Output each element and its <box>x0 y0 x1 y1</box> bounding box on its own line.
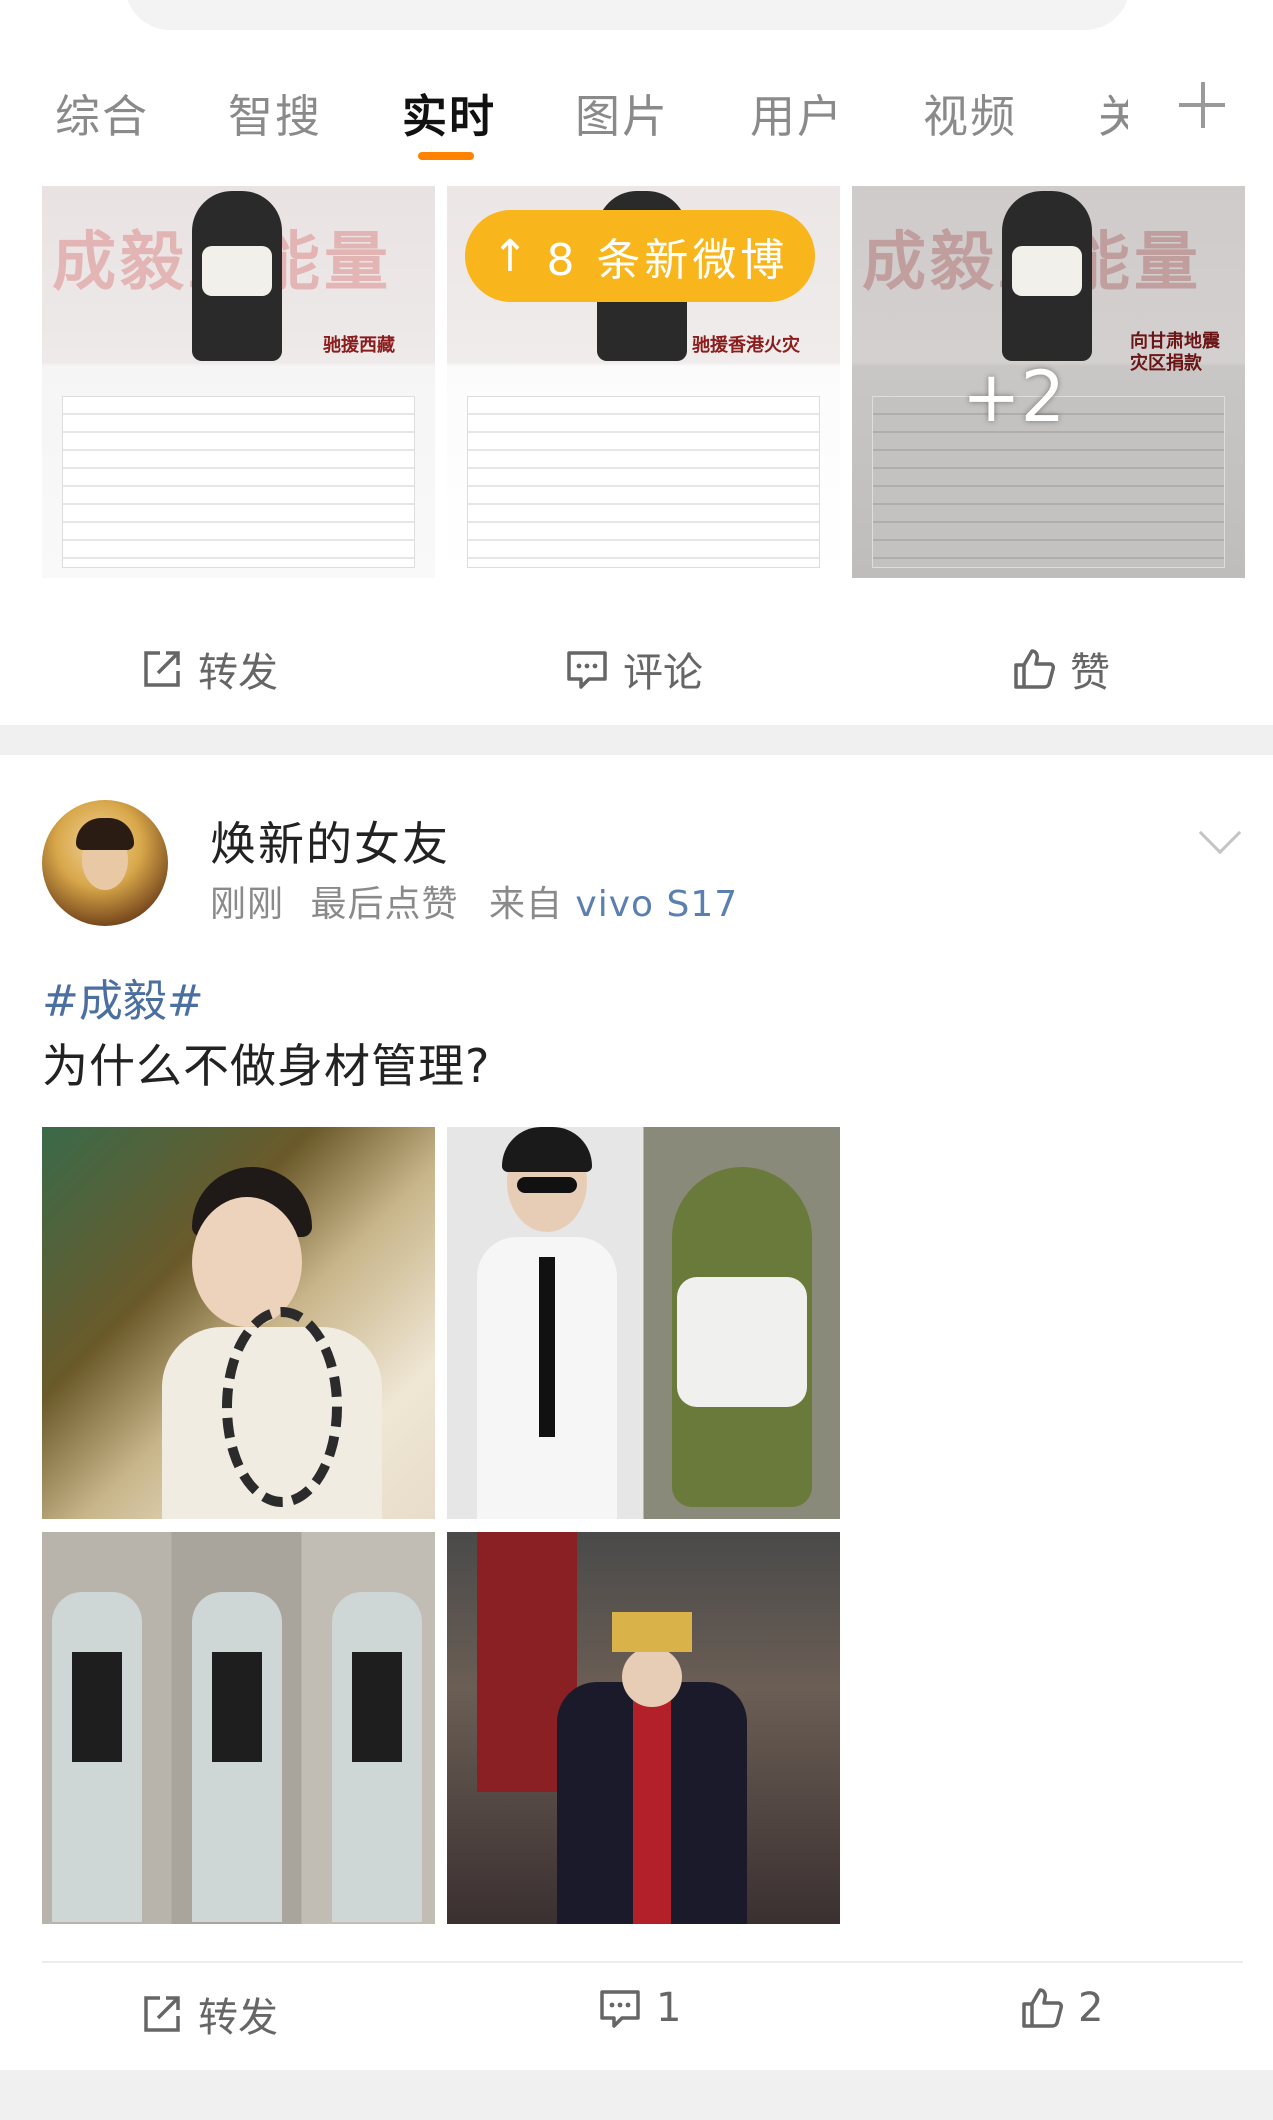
tab-users[interactable]: 用户 <box>750 80 844 145</box>
tab-videos[interactable]: 视频 <box>923 80 1017 145</box>
poster-subtitle: 向甘肃地震灾区捐款 <box>1130 331 1220 374</box>
repost-label: 转发 <box>198 650 278 696</box>
post1-action-bar: 转发 评论 赞 <box>0 620 1273 720</box>
comment-label: 评论 <box>623 650 703 696</box>
username[interactable]: 焕新的女友 <box>210 808 450 874</box>
poster-subtitle: 驰援香港火灾 <box>692 335 800 356</box>
like-label: 赞 <box>1070 650 1110 696</box>
tab-more[interactable]: 关 <box>1098 80 1128 145</box>
new-weibo-button[interactable]: ↑ 8 条新微博 <box>465 210 815 302</box>
post-separator <box>0 2070 1273 2120</box>
tab-smart-search[interactable]: 智搜 <box>228 80 322 145</box>
add-tab-icon[interactable] <box>1175 78 1230 133</box>
more-images-count: +2 <box>962 356 1066 438</box>
tab-general[interactable]: 综合 <box>55 80 149 145</box>
arrow-up-icon: ↑ <box>491 230 529 282</box>
repost-label: 转发 <box>198 1995 278 2041</box>
comment-icon <box>598 1986 642 2030</box>
comment-count: 1 <box>656 1985 682 2031</box>
device-source[interactable]: vivo S17 <box>575 884 738 925</box>
share-icon <box>140 647 184 691</box>
repost-button[interactable]: 转发 <box>140 1985 278 2043</box>
search-bar[interactable] <box>125 0 1130 30</box>
new-weibo-label: 8 条新微博 <box>546 235 789 286</box>
post-meta: 刚刚 最后点赞 来自 vivo S17 <box>210 875 738 927</box>
post2-action-bar: 转发 1 2 <box>0 1965 1273 2065</box>
like-count: 2 <box>1078 1985 1104 2031</box>
active-tab-indicator <box>418 152 474 160</box>
avatar[interactable] <box>42 800 168 926</box>
tab-images[interactable]: 图片 <box>575 80 669 145</box>
tab-bar: 综合 智搜 实时 图片 用户 视频 关 <box>0 60 1273 170</box>
like-button[interactable]: 赞 <box>1012 640 1110 698</box>
thumbs-up-icon <box>1020 1986 1064 2030</box>
repost-button[interactable]: 转发 <box>140 640 278 698</box>
post2-image-3[interactable] <box>42 1532 435 1924</box>
share-icon <box>140 1992 184 2036</box>
post2-image-4[interactable] <box>447 1532 840 1924</box>
source-prefix: 来自 <box>488 884 563 925</box>
post1-image-3[interactable]: 成毅正能量 向甘肃地震灾区捐款 +2 <box>852 186 1245 578</box>
comment-icon <box>565 647 609 691</box>
thumbs-up-icon <box>1012 647 1056 691</box>
like-button[interactable]: 2 <box>1020 1985 1103 2031</box>
post-separator <box>0 725 1273 755</box>
post2-image-1[interactable] <box>42 1127 435 1519</box>
last-like-label: 最后点赞 <box>310 884 459 925</box>
poster-subtitle: 驰援西藏 <box>323 335 395 356</box>
comment-button[interactable]: 1 <box>598 1985 681 2031</box>
topic-hashtag[interactable]: #成毅# <box>42 965 204 1029</box>
post2-image-2[interactable] <box>447 1127 840 1519</box>
chevron-down-icon[interactable] <box>1198 811 1242 855</box>
divider <box>42 1961 1243 1963</box>
comment-button[interactable]: 评论 <box>565 640 703 698</box>
post1-image-1[interactable]: 成毅正能量 驰援西藏 <box>42 186 435 578</box>
tab-realtime[interactable]: 实时 <box>402 80 496 145</box>
post-time: 刚刚 <box>210 884 285 925</box>
post-text: 为什么不做身材管理? <box>42 1039 491 1093</box>
